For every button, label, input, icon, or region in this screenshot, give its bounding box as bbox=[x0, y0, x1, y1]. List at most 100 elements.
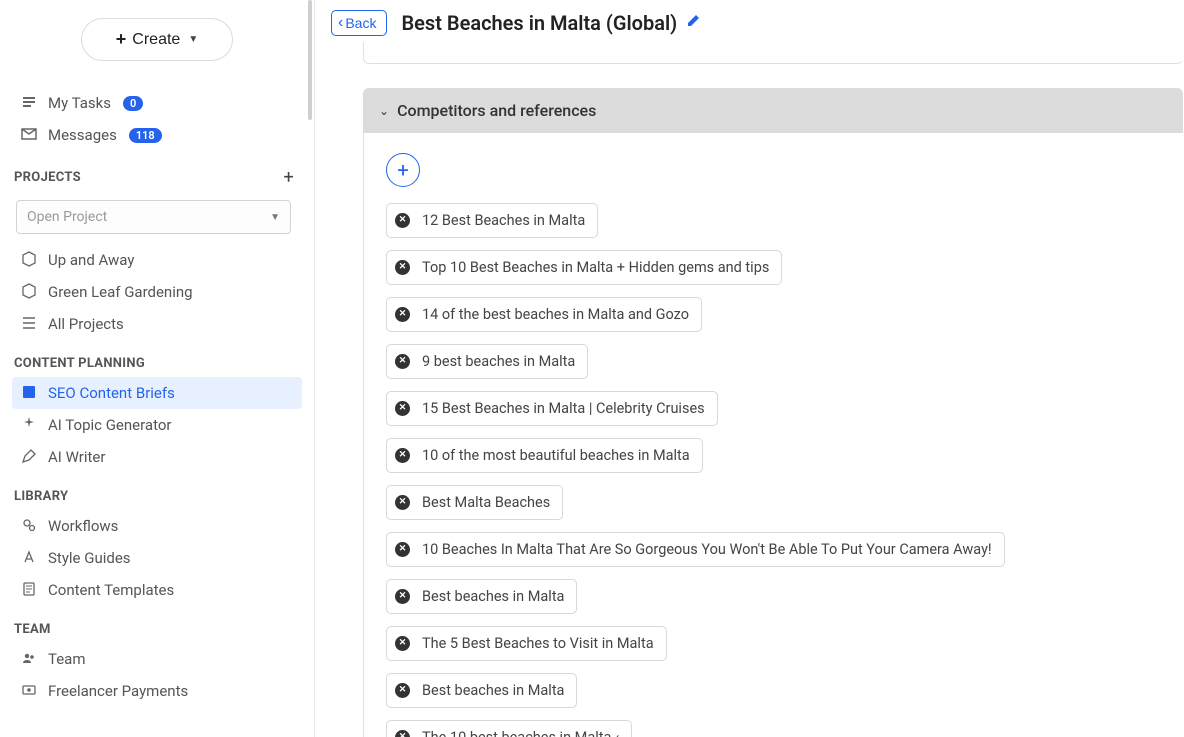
competitor-label: Best beaches in Malta bbox=[422, 682, 564, 699]
page-title: Best Beaches in Malta (Global) bbox=[401, 11, 701, 35]
competitor-chip[interactable]: ✕10 Beaches In Malta That Are So Gorgeou… bbox=[386, 532, 1005, 567]
edit-icon[interactable] bbox=[685, 13, 701, 33]
section-title: LIBRARY bbox=[14, 489, 68, 504]
nav-freelancer-payments[interactable]: Freelancer Payments bbox=[12, 675, 302, 707]
pen-icon bbox=[20, 448, 38, 466]
competitor-chip[interactable]: ✕The 10 best beaches in Malta ‹ bbox=[386, 720, 632, 737]
remove-icon[interactable]: ✕ bbox=[395, 260, 410, 275]
project-item-all[interactable]: All Projects bbox=[12, 308, 302, 340]
caret-down-icon: ▼ bbox=[270, 212, 280, 223]
money-icon bbox=[20, 682, 38, 700]
envelope-icon bbox=[20, 126, 38, 144]
remove-icon[interactable]: ✕ bbox=[395, 495, 410, 510]
remove-icon[interactable]: ✕ bbox=[395, 636, 410, 651]
create-button[interactable]: + Create ▼ bbox=[81, 18, 233, 61]
sidebar: + Create ▼ My Tasks 0 Messages 118 PROJE… bbox=[0, 0, 315, 737]
remove-icon[interactable]: ✕ bbox=[395, 354, 410, 369]
nav-label: SEO Content Briefs bbox=[48, 384, 175, 402]
competitor-label: The 5 Best Beaches to Visit in Malta bbox=[422, 635, 654, 652]
template-icon bbox=[20, 581, 38, 599]
cube-icon bbox=[20, 283, 38, 301]
back-label: Back bbox=[345, 15, 376, 31]
topbar: ‹ Back Best Beaches in Malta (Global) bbox=[315, 0, 1184, 42]
competitor-chip[interactable]: ✕ 9 best beaches in Malta bbox=[386, 344, 588, 379]
add-competitor-button[interactable]: + bbox=[386, 153, 420, 187]
nav-label: Messages bbox=[48, 126, 117, 144]
remove-icon[interactable]: ✕ bbox=[395, 542, 410, 557]
nav-style-guides[interactable]: Style Guides bbox=[12, 542, 302, 574]
remove-icon[interactable]: ✕ bbox=[395, 401, 410, 416]
main-area: ‹ Back Best Beaches in Malta (Global) ⌄ … bbox=[315, 0, 1184, 737]
section-header-library: LIBRARY bbox=[12, 473, 302, 510]
create-label: Create bbox=[132, 31, 180, 49]
section-header-projects: PROJECTS + bbox=[12, 151, 302, 194]
project-item[interactable]: Up and Away bbox=[12, 244, 302, 276]
nav-messages[interactable]: Messages 118 bbox=[12, 119, 302, 151]
title-text: Best Beaches in Malta (Global) bbox=[401, 11, 677, 35]
list-icon bbox=[20, 315, 38, 333]
sidebar-scrollbar[interactable] bbox=[308, 0, 312, 120]
competitor-label: Best Malta Beaches bbox=[422, 494, 550, 511]
tasks-icon bbox=[20, 94, 38, 112]
project-label: Up and Away bbox=[48, 251, 134, 269]
competitor-chip[interactable]: ✕ 14 of the best beaches in Malta and Goz… bbox=[386, 297, 702, 332]
caret-down-icon: ▼ bbox=[188, 34, 198, 45]
project-item[interactable]: Green Leaf Gardening bbox=[12, 276, 302, 308]
project-label: Green Leaf Gardening bbox=[48, 283, 193, 301]
competitor-chip[interactable]: ✕ Best Malta Beaches bbox=[386, 485, 563, 520]
brief-icon bbox=[20, 384, 38, 402]
remove-icon[interactable]: ✕ bbox=[395, 448, 410, 463]
nav-label: Content Templates bbox=[48, 581, 174, 599]
nav-ai-topic-generator[interactable]: AI Topic Generator bbox=[12, 409, 302, 441]
remove-icon[interactable]: ✕ bbox=[395, 589, 410, 604]
nav-label: My Tasks bbox=[48, 94, 111, 112]
competitor-label: Top 10 Best Beaches in Malta + Hidden ge… bbox=[422, 259, 769, 276]
content-scroll: ⌄ Competitors and references + ✕ 12 Best … bbox=[315, 42, 1184, 737]
competitor-chip[interactable]: ✕ The 5 Best Beaches to Visit in Malta bbox=[386, 626, 667, 661]
back-button[interactable]: ‹ Back bbox=[331, 10, 387, 36]
competitor-label: 14 of the best beaches in Malta and Gozo bbox=[422, 306, 689, 323]
competitors-panel: + ✕ 12 Best Beaches in Malta ✕ Top 10 Best … bbox=[363, 133, 1183, 737]
competitor-chip[interactable]: ✕ Best beaches in Malta bbox=[386, 579, 577, 614]
accordion-competitors-header[interactable]: ⌄ Competitors and references bbox=[363, 88, 1183, 133]
nav-label: AI Writer bbox=[48, 448, 105, 466]
chevron-down-icon: ⌄ bbox=[379, 104, 389, 118]
competitor-label: 9 best beaches in Malta bbox=[422, 353, 575, 370]
nav-label: Freelancer Payments bbox=[48, 682, 188, 700]
users-icon bbox=[20, 650, 38, 668]
add-project-icon[interactable]: + bbox=[283, 167, 294, 188]
section-title: CONTENT PLANNING bbox=[14, 356, 145, 371]
competitor-label: 10 of the most beautiful beaches in Malt… bbox=[422, 447, 690, 464]
font-icon bbox=[20, 549, 38, 567]
section-header-content-planning: CONTENT PLANNING bbox=[12, 340, 302, 377]
nav-label: AI Topic Generator bbox=[48, 416, 171, 434]
nav-content-templates[interactable]: Content Templates bbox=[12, 574, 302, 606]
competitor-chip[interactable]: ✕ 15 Best Beaches in Malta | Celebrity Cr… bbox=[386, 391, 718, 426]
chevron-left-icon: ‹ bbox=[338, 14, 343, 32]
open-project-select[interactable]: Open Project ▼ bbox=[16, 200, 291, 234]
section-header-team: TEAM bbox=[12, 606, 302, 643]
remove-icon[interactable]: ✕ bbox=[395, 683, 410, 698]
remove-icon[interactable]: ✕ bbox=[395, 213, 410, 228]
nav-workflows[interactable]: Workflows bbox=[12, 510, 302, 542]
select-placeholder: Open Project bbox=[27, 209, 107, 225]
remove-icon[interactable]: ✕ bbox=[395, 730, 410, 737]
nav-my-tasks[interactable]: My Tasks 0 bbox=[12, 87, 302, 119]
competitor-label: Best beaches in Malta bbox=[422, 588, 564, 605]
badge-count: 0 bbox=[123, 96, 143, 111]
nav-label: Team bbox=[48, 650, 86, 668]
section-title: TEAM bbox=[14, 622, 51, 637]
competitor-chip[interactable]: ✕ 10 of the most beautiful beaches in Mal… bbox=[386, 438, 703, 473]
remove-icon[interactable]: ✕ bbox=[395, 307, 410, 322]
competitor-chip[interactable]: ✕ 12 Best Beaches in Malta bbox=[386, 203, 598, 238]
nav-team[interactable]: Team bbox=[12, 643, 302, 675]
nav-seo-content-briefs[interactable]: SEO Content Briefs bbox=[12, 377, 302, 409]
competitor-label: 15 Best Beaches in Malta | Celebrity Cru… bbox=[422, 400, 705, 417]
section-title: PROJECTS bbox=[14, 170, 81, 185]
competitor-chip[interactable]: ✕ Top 10 Best Beaches in Malta + Hidden g… bbox=[386, 250, 782, 285]
plus-icon: + bbox=[116, 29, 127, 50]
nav-label: Style Guides bbox=[48, 549, 131, 567]
competitor-label: 12 Best Beaches in Malta bbox=[422, 212, 585, 229]
competitor-chip[interactable]: ✕ Best beaches in Malta bbox=[386, 673, 577, 708]
nav-ai-writer[interactable]: AI Writer bbox=[12, 441, 302, 473]
